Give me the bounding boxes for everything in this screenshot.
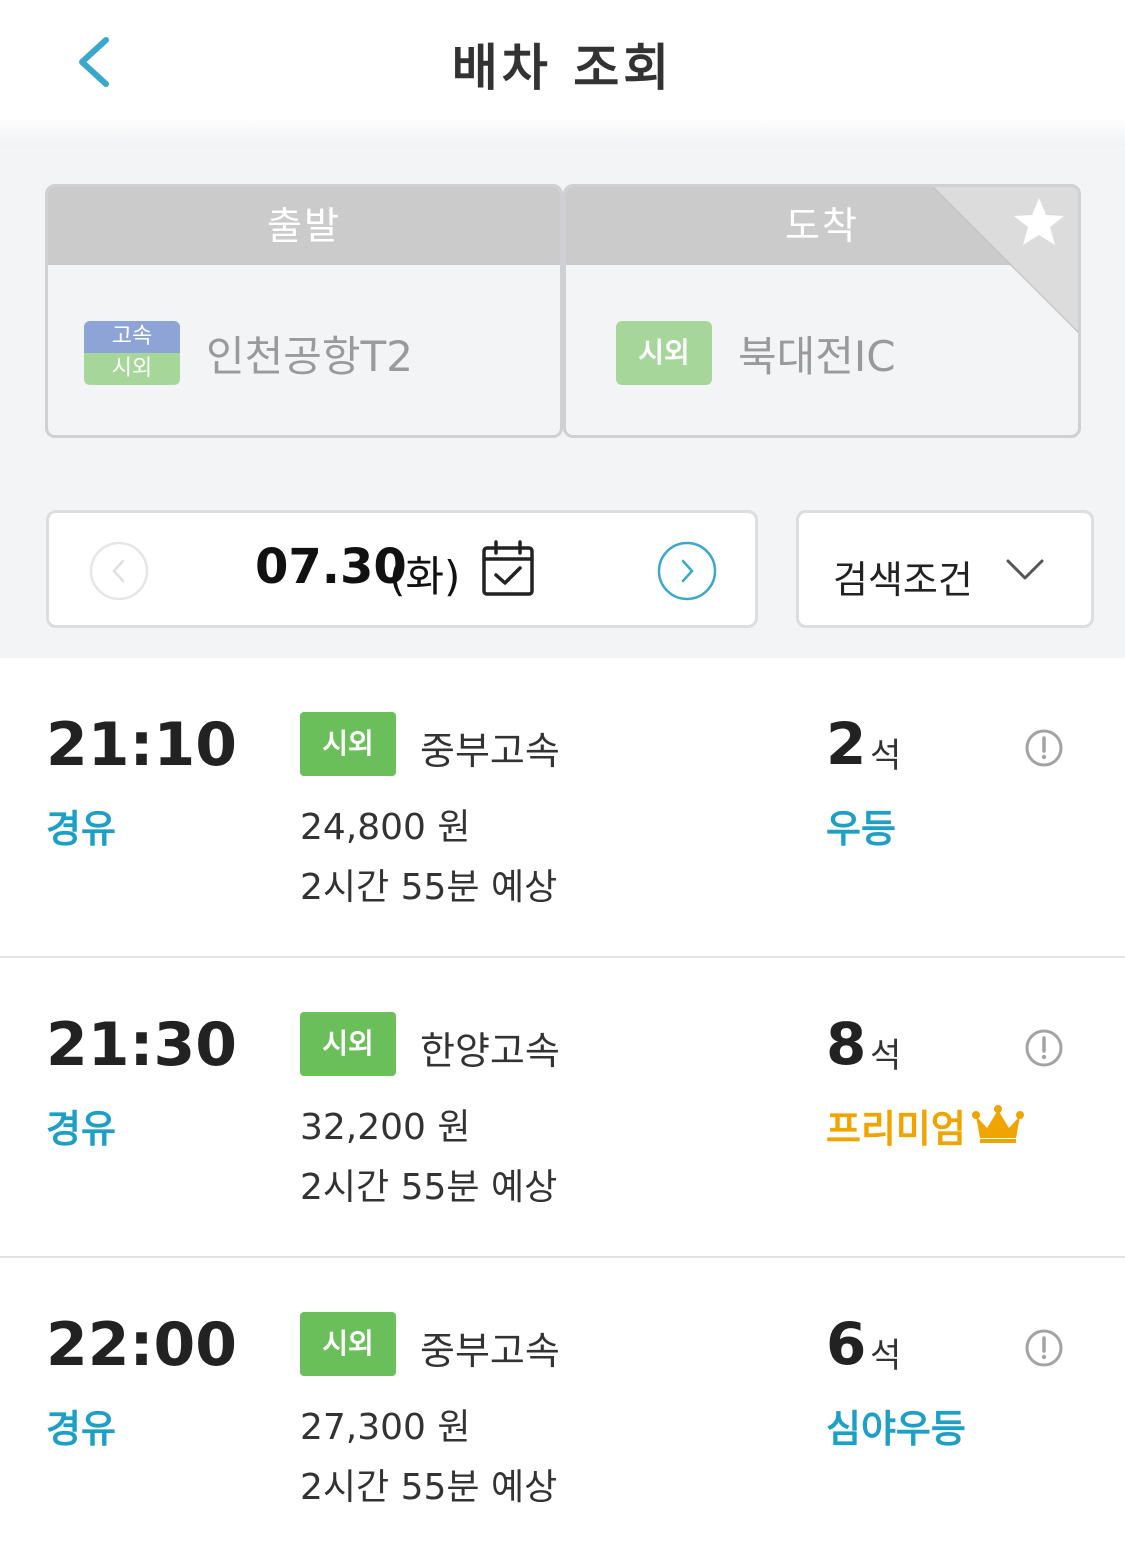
departure-time: 21:10 xyxy=(46,710,237,780)
app-header: 배차 조회 xyxy=(0,0,1125,130)
favorite-button[interactable] xyxy=(931,187,1078,334)
estimated-duration: 2시간 55분 예상 xyxy=(300,1467,558,1508)
chevron-down-icon xyxy=(1006,559,1044,580)
route-type-badge: 시외 xyxy=(300,712,396,776)
bus-company: 한양고속 xyxy=(420,1029,560,1073)
departure-time: 21:30 xyxy=(46,1010,237,1080)
terminal-type-badge: 시외 xyxy=(616,321,712,385)
filter-label: 검색조건 xyxy=(833,558,973,602)
fare: 32,200 원 xyxy=(300,1107,471,1148)
remaining-seats: 8 xyxy=(826,1010,867,1078)
terminal-type-badge: 고속 시외 xyxy=(84,321,180,385)
selected-weekday: (화) xyxy=(389,552,461,601)
via-label[interactable]: 경유 xyxy=(46,1098,116,1153)
departure-card[interactable]: 출발 고속 시외 인천공항T2 xyxy=(45,184,563,438)
info-icon[interactable] xyxy=(1024,728,1064,768)
next-date-button[interactable] xyxy=(657,541,717,601)
schedule-row[interactable]: 21:30 경유 시외 한양고속 32,200 원 2시간 55분 예상 8 석… xyxy=(0,958,1125,1258)
route-panel: 출발 고속 시외 인천공항T2 도착 시외 북대전IC xyxy=(0,146,1125,478)
calendar-button[interactable] xyxy=(481,539,535,597)
badge-intercity: 시외 xyxy=(84,353,180,385)
prev-date-button[interactable] xyxy=(89,541,149,601)
bus-class: 심야우등 xyxy=(826,1407,966,1451)
departure-terminal: 인천공항T2 xyxy=(206,332,413,381)
schedule-row[interactable]: 21:10 경유 시외 중부고속 24,800 원 2시간 55분 예상 2 석… xyxy=(0,658,1125,958)
schedule-row[interactable]: 22:00 경유 시외 중부고속 27,300 원 2시간 55분 예상 6 석… xyxy=(0,1258,1125,1556)
selected-date: 07.30 xyxy=(255,539,407,595)
bus-class: 우등 xyxy=(826,807,896,851)
route-type-badge: 시외 xyxy=(300,1312,396,1376)
departure-body: 고속 시외 인천공항T2 xyxy=(48,265,560,435)
departure-time: 22:00 xyxy=(46,1310,237,1380)
via-label[interactable]: 경유 xyxy=(46,1398,116,1453)
via-label[interactable]: 경유 xyxy=(46,798,116,853)
badge-express: 고속 xyxy=(84,321,180,353)
remaining-seats: 2 xyxy=(826,710,867,778)
departure-header: 출발 xyxy=(48,187,560,265)
search-filter-button[interactable]: 검색조건 xyxy=(796,510,1094,628)
bus-class: 프리미엄 xyxy=(826,1107,966,1151)
arrival-card[interactable]: 도착 시외 북대전IC xyxy=(563,184,1081,438)
seat-unit: 석 xyxy=(870,736,902,776)
seat-unit: 석 xyxy=(870,1036,902,1076)
date-selector: 07.30 (화) xyxy=(46,510,758,628)
remaining-seats: 6 xyxy=(826,1310,867,1378)
chevron-left-circle-icon xyxy=(89,541,149,601)
route-type-badge: 시외 xyxy=(300,1012,396,1076)
bus-company: 중부고속 xyxy=(420,729,560,773)
crown-icon xyxy=(972,1105,1024,1143)
fare: 27,300 원 xyxy=(300,1407,471,1448)
estimated-duration: 2시간 55분 예상 xyxy=(300,867,558,908)
fare: 24,800 원 xyxy=(300,807,471,848)
arrival-terminal: 북대전IC xyxy=(738,332,896,381)
bus-company: 중부고속 xyxy=(420,1329,560,1373)
chevron-right-circle-icon xyxy=(657,541,717,601)
info-icon[interactable] xyxy=(1024,1028,1064,1068)
seat-unit: 석 xyxy=(870,1336,902,1376)
date-bar: 07.30 (화) 검색조건 xyxy=(0,478,1125,658)
page-title: 배차 조회 xyxy=(451,39,674,97)
estimated-duration: 2시간 55분 예상 xyxy=(300,1167,558,1208)
header-divider xyxy=(0,118,1125,146)
info-icon[interactable] xyxy=(1024,1328,1064,1368)
calendar-check-icon xyxy=(482,540,534,596)
